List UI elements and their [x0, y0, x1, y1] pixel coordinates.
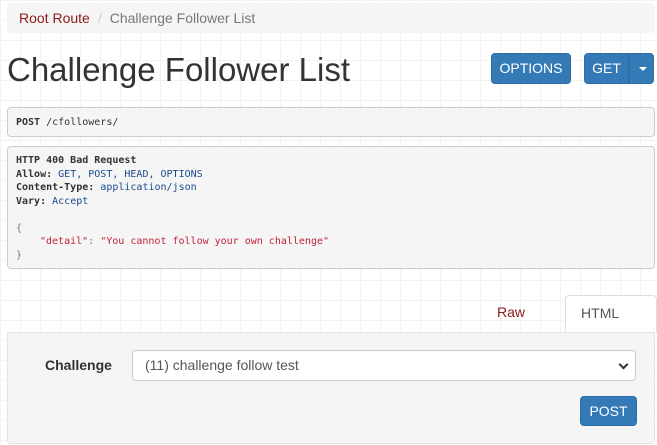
json-detail-key: "detail" [40, 236, 89, 247]
json-close-brace: } [16, 249, 23, 261]
content-tabs: Raw data HTML form [482, 295, 657, 355]
breadcrumb-separator: / [97, 10, 102, 26]
challenge-selected-value: (11) challenge follow test [145, 357, 299, 373]
html-form-panel: Challenge (11) challenge follow test POS… [7, 332, 655, 444]
challenge-select[interactable]: (11) challenge follow test [132, 350, 636, 381]
json-detail-value: "You cannot follow your own challenge" [100, 236, 330, 247]
breadcrumb-root-link[interactable]: Root Route [19, 10, 90, 26]
tab-html-form[interactable]: HTML form [565, 295, 657, 355]
response-header-allow: Allow: GET, POST, HEAD, OPTIONS [16, 168, 203, 180]
tab-raw-data[interactable]: Raw data [482, 295, 563, 354]
options-button[interactable]: OPTIONS [491, 53, 571, 84]
response-info: HTTP 400 Bad Request Allow: GET, POST, H… [7, 146, 655, 269]
response-header-vary: Vary: Accept [16, 195, 89, 207]
response-status-line: HTTP 400 Bad Request [16, 154, 646, 168]
json-detail-line: "detail": "You cannot follow your own ch… [40, 236, 330, 247]
get-button[interactable]: GET [584, 53, 629, 84]
request-path: /cfollowers/ [46, 117, 119, 128]
request-info: POST /cfollowers/ [7, 107, 655, 137]
post-button[interactable]: POST [580, 396, 637, 426]
get-format-dropdown-toggle[interactable] [629, 53, 654, 84]
caret-down-icon [639, 67, 647, 71]
response-status: HTTP 400 Bad Request [16, 155, 137, 166]
get-button-group: GET [584, 53, 654, 84]
chevron-down-icon [618, 359, 629, 370]
response-header-content-type: Content-Type: application/json [16, 182, 197, 193]
page-title: Challenge Follower List [7, 51, 351, 88]
breadcrumb-current: Challenge Follower List [109, 10, 256, 26]
breadcrumb: Root Route / Challenge Follower List [7, 3, 655, 33]
json-open-brace: { [16, 222, 23, 234]
challenge-label: Challenge [45, 357, 112, 373]
request-method: POST [16, 117, 41, 128]
